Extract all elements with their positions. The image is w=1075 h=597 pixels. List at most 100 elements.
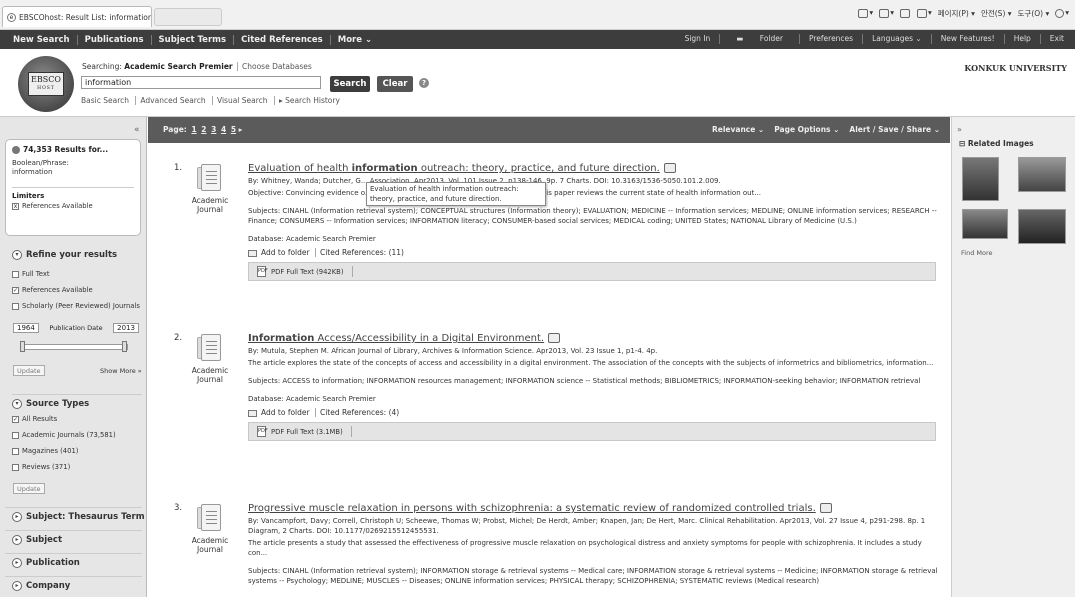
next-page-icon[interactable]: ▸ [239,125,243,134]
print-icon[interactable]: ▾ [916,8,932,19]
refine-results-header[interactable]: ▾ Refine your results [12,250,117,260]
source-checkbox-reviews[interactable]: Reviews (371) [12,461,116,473]
date-slider-right-handle[interactable] [122,341,127,352]
facet-subject-thesaurus[interactable]: ▸ Subject: Thesaurus Term [5,507,145,526]
preview-icon[interactable] [819,503,832,513]
nav-help[interactable]: Help [1007,34,1038,44]
facet-subject[interactable]: ▸ Subject [5,530,142,549]
help-icon[interactable]: ? [419,78,429,88]
result-title-link[interactable]: Evaluation of health information outreac… [248,163,938,174]
refine-checkbox-scholarly[interactable]: Scholarly (Peer Reviewed) Journals [12,300,140,312]
academic-journal-icon[interactable] [197,333,223,363]
ebsco-logo[interactable]: EBSCO HOST [18,56,74,112]
pdf-full-text-link[interactable]: PDF Full Text (942KB) [271,268,344,276]
page-link[interactable]: 5 [231,125,236,134]
feeds-icon[interactable]: ▾ [879,8,894,19]
update-button[interactable]: Update [13,365,45,376]
nav-new-search[interactable]: New Search [6,34,78,45]
checkbox[interactable] [12,270,19,278]
nav-folder[interactable]: ▬ Folder [722,34,797,44]
page-link[interactable]: 2 [201,125,206,134]
source-checkbox-academic[interactable]: Academic Journals (73,581) [12,429,116,441]
nav-sign-in[interactable]: Sign In [678,34,718,44]
clear-button[interactable]: Clear [377,76,413,92]
nav-subject-terms[interactable]: Subject Terms [152,34,235,45]
checkbox[interactable] [12,431,19,439]
source-checkbox-all[interactable]: ✓ All Results [12,413,116,425]
result-title-link[interactable]: Progressive muscle relaxation in persons… [248,503,938,514]
nav-preferences[interactable]: Preferences [802,34,860,44]
nav-cited-references[interactable]: Cited References [234,34,331,45]
visual-search-link[interactable]: Visual Search [212,96,272,105]
checkbox[interactable] [12,302,19,310]
related-image-thumbnail[interactable] [1018,209,1066,244]
search-history-link[interactable]: ▸ Search History [273,96,344,105]
show-more-link[interactable]: Show More » [100,367,142,375]
preview-icon[interactable] [548,333,561,343]
mail-icon[interactable] [899,8,911,19]
academic-journal-icon[interactable] [197,503,223,533]
limiter-item[interactable]: x References Available [12,200,134,212]
pdf-icon[interactable]: PDF [257,426,268,437]
page-options-dropdown[interactable]: Page Options ⌄ [774,125,839,134]
add-to-folder-link[interactable]: Add to folder [248,408,310,417]
home-icon[interactable]: ▾ [858,8,873,19]
remove-limiter-icon[interactable]: x [12,202,19,210]
checkbox-checked[interactable]: ✓ [12,286,19,294]
browser-tab[interactable]: e EBSCOhost: Result List: information [2,6,152,27]
page-menu[interactable]: 페이지(P) ▾ [938,8,975,19]
source-types-header[interactable]: ▾ Source Types [12,394,142,409]
choose-databases-link[interactable]: Choose Databases [237,62,312,71]
safety-menu[interactable]: 안전(S) ▾ [981,8,1012,19]
related-images-header[interactable]: ⊟ Related Images [959,139,1034,148]
refine-checkbox-references[interactable]: ✓ References Available [12,284,140,296]
add-to-folder-link[interactable]: Add to folder [248,248,310,257]
source-item-label: Reviews (371) [22,463,71,471]
preview-icon[interactable] [663,163,676,173]
results-count: 74,353 Results for... [23,145,109,154]
related-image-thumbnail[interactable] [1018,157,1066,192]
page-link[interactable]: 1 [191,125,196,134]
related-image-thumbnail[interactable] [962,157,999,201]
searching-line: Searching: Academic Search Premier Choos… [82,62,312,71]
nav-new-features[interactable]: New Features! [934,34,1002,44]
pdf-full-text-link[interactable]: PDF Full Text (3.1MB) [271,428,343,436]
date-from-input[interactable]: 1964 [13,323,39,333]
date-slider-left-handle[interactable] [20,341,25,352]
nav-publications[interactable]: Publications [78,34,152,45]
checkbox[interactable] [12,447,19,455]
search-button[interactable]: Search [330,76,370,92]
find-more-link[interactable]: Find More [961,249,993,257]
checkbox-checked[interactable]: ✓ [12,415,19,423]
cited-references-link[interactable]: Cited References: (11) [314,248,404,257]
advanced-search-link[interactable]: Advanced Search [135,96,210,105]
related-image-thumbnail[interactable] [962,209,1008,239]
page-link[interactable]: 4 [221,125,226,134]
nav-languages[interactable]: Languages ⌄ [865,34,929,44]
tools-menu[interactable]: 도구(O) ▾ [1018,8,1050,19]
update-source-button[interactable]: Update [13,483,45,494]
cited-references-link[interactable]: Cited References: (4) [314,408,400,417]
nav-exit[interactable]: Exit [1043,34,1071,44]
date-to-input[interactable]: 2013 [113,323,139,333]
academic-journal-icon[interactable] [197,163,223,193]
pdf-icon[interactable]: PDF [257,266,268,277]
search-input[interactable]: information [81,76,321,89]
alert-save-share-dropdown[interactable]: Alert / Save / Share ⌄ [849,125,940,134]
source-checkbox-magazines[interactable]: Magazines (401) [12,445,116,457]
refine-checkbox-full-text[interactable]: Full Text [12,268,140,280]
collapse-right-button[interactable]: » [957,125,962,134]
result-title-link[interactable]: Information Access/Accessibility in a Di… [248,333,938,344]
collapse-circle-icon[interactable] [12,146,20,154]
relevance-dropdown[interactable]: Relevance ⌄ [712,125,764,134]
collapse-left-button[interactable]: « [134,125,140,135]
date-slider[interactable] [22,344,128,350]
new-tab-button[interactable] [154,8,222,26]
nav-more[interactable]: More ⌄ [331,35,379,45]
facet-company[interactable]: ▸ Company [5,576,142,595]
basic-search-link[interactable]: Basic Search [81,96,133,105]
facet-publication[interactable]: ▸ Publication [5,553,142,572]
page-link[interactable]: 3 [211,125,216,134]
help-icon-browser[interactable]: ▾ [1055,8,1069,19]
checkbox[interactable] [12,463,19,471]
